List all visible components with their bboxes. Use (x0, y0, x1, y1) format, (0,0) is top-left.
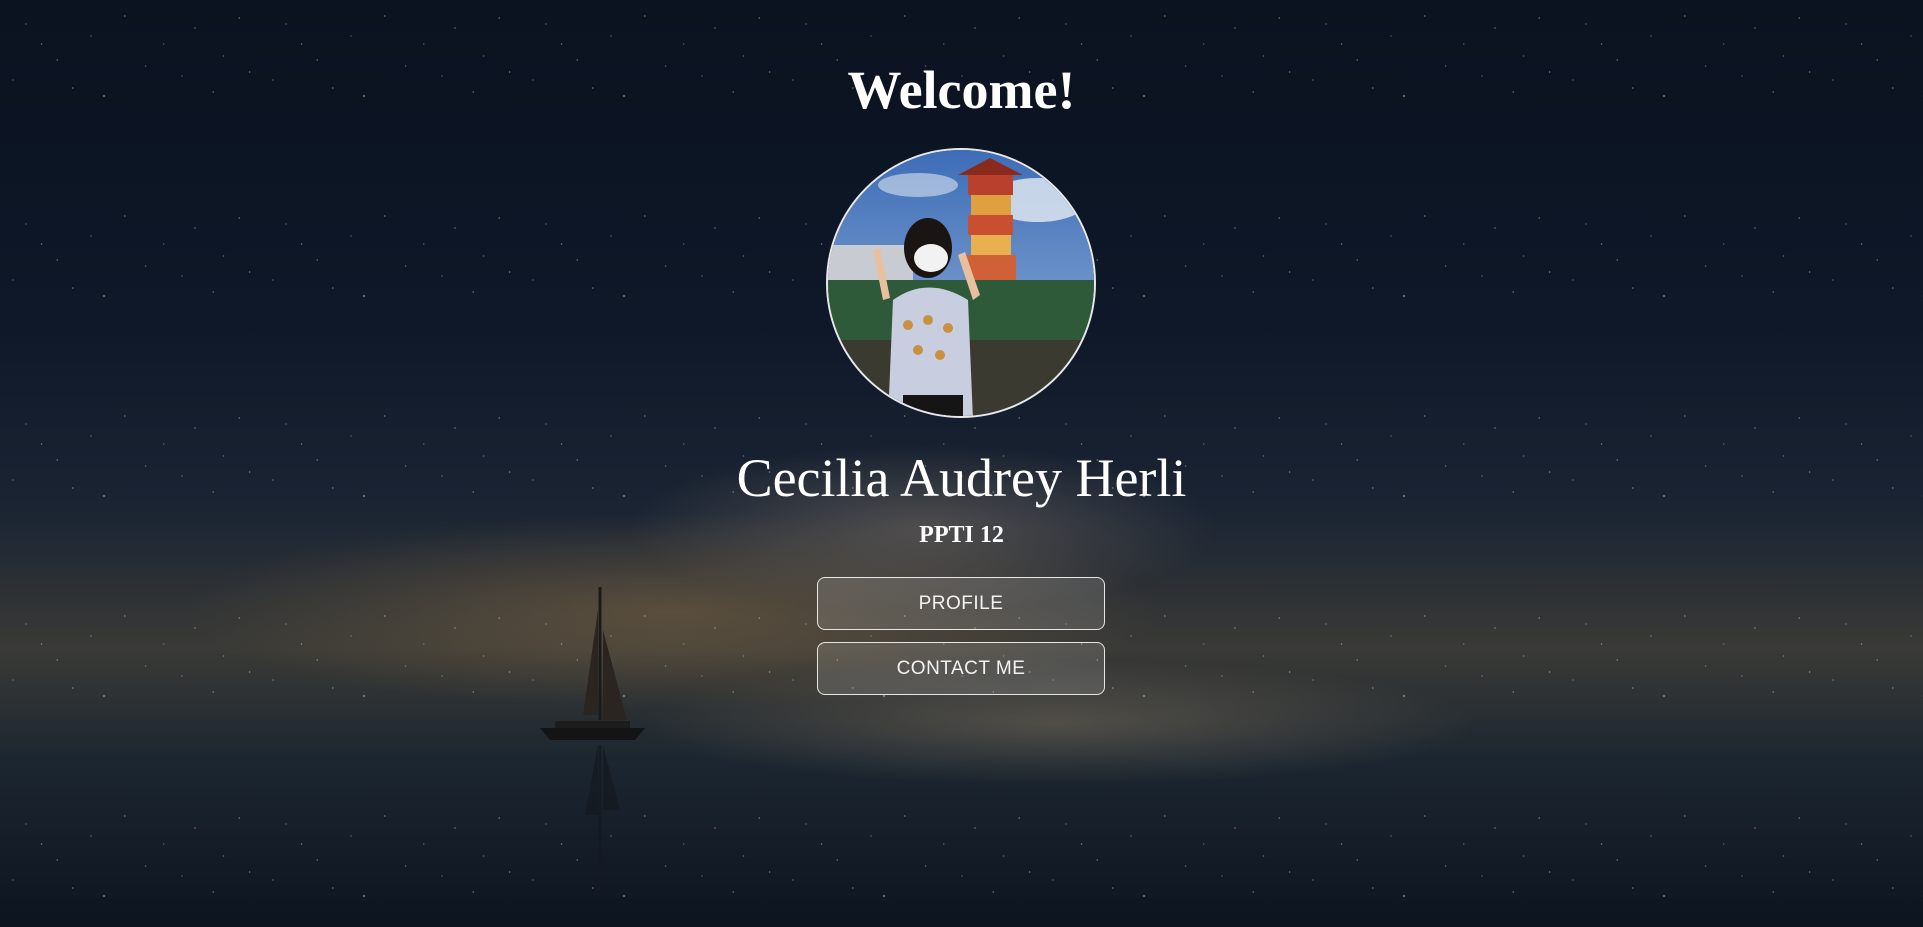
person-name: Cecilia Audrey Herli (736, 448, 1187, 508)
sailboat-silhouette (540, 587, 645, 890)
profile-button[interactable]: PROFILE (817, 577, 1105, 630)
avatar (826, 148, 1096, 418)
profile-photo (828, 150, 1094, 416)
welcome-title: Welcome! (847, 60, 1076, 120)
contact-me-button[interactable]: CONTACT ME (817, 642, 1105, 695)
class-subtitle: PPTI 12 (919, 522, 1004, 548)
